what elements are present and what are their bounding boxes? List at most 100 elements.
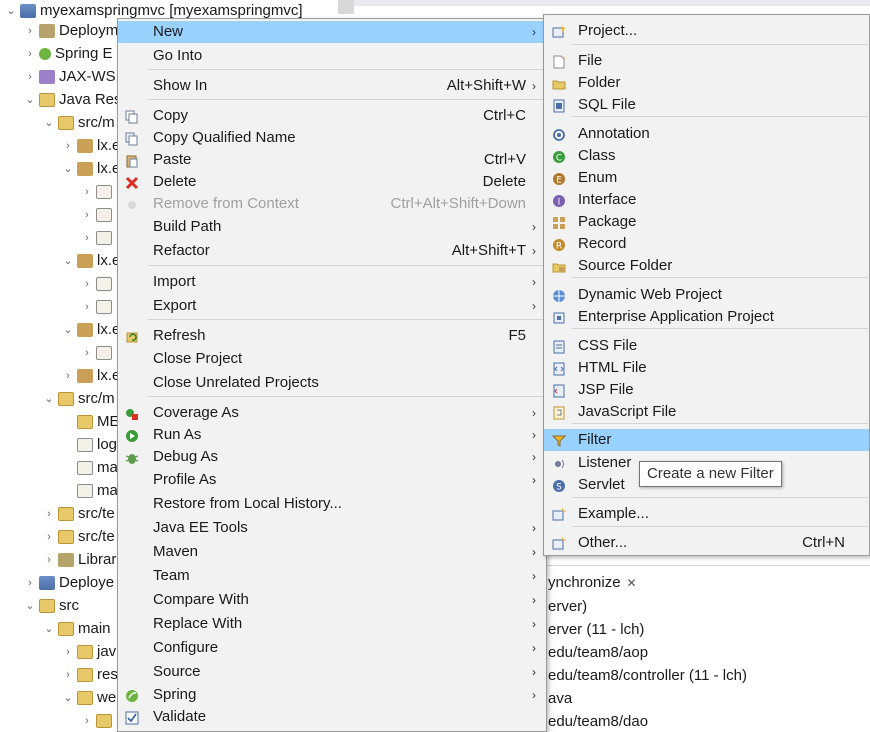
- tree-item[interactable]: ⌄ main: [42, 618, 110, 640]
- menu-item-spring[interactable]: Spring ›: [118, 684, 546, 706]
- tree-item[interactable]: ›: [80, 204, 116, 226]
- menu-item-copy[interactable]: Copy Ctrl+C: [118, 105, 546, 127]
- new-menu-item-annotation[interactable]: Annotation: [544, 123, 869, 145]
- chevron-right-icon[interactable]: ›: [80, 204, 94, 226]
- new-menu-item-source-folder[interactable]: Source Folder: [544, 255, 869, 277]
- tree-item[interactable]: ›: [80, 296, 116, 318]
- sync-row[interactable]: edu/team8/controller (11 - lch): [548, 667, 747, 684]
- new-menu-item-sql-file[interactable]: SQL File: [544, 94, 869, 116]
- new-menu-item-class[interactable]: C Class: [544, 145, 869, 167]
- tree-item[interactable]: › jav: [61, 641, 116, 663]
- chevron-down-icon[interactable]: ⌄: [23, 89, 37, 111]
- sync-row[interactable]: edu/team8/aop: [548, 644, 648, 661]
- tree-item[interactable]: ma: [61, 457, 118, 479]
- menu-item-refresh[interactable]: Refresh F5: [118, 325, 546, 347]
- sync-row[interactable]: erver (11 - lch): [548, 621, 644, 638]
- chevron-right-icon[interactable]: ›: [80, 710, 94, 732]
- tree-item[interactable]: ⌄ lx.e: [61, 250, 120, 272]
- tree-item[interactable]: ⌄ src/m: [42, 388, 114, 410]
- tree-item[interactable]: ma: [61, 480, 118, 502]
- tree-item[interactable]: › res: [61, 664, 118, 686]
- chevron-right-icon[interactable]: ›: [80, 342, 94, 364]
- tree-item[interactable]: › lx.e: [61, 365, 120, 387]
- menu-item-profile-as[interactable]: Profile As ›: [118, 469, 546, 491]
- chevron-down-icon[interactable]: ⌄: [42, 388, 56, 410]
- chevron-right-icon[interactable]: ›: [80, 181, 94, 203]
- new-menu-item-package[interactable]: Package: [544, 211, 869, 233]
- sync-row[interactable]: edu/team8/dao: [548, 713, 648, 730]
- chevron-right-icon[interactable]: ›: [80, 273, 94, 295]
- sync-row[interactable]: ava: [548, 690, 572, 707]
- chevron-down-icon[interactable]: ⌄: [42, 112, 56, 134]
- new-menu-item-interface[interactable]: I Interface: [544, 189, 869, 211]
- chevron-down-icon[interactable]: ⌄: [61, 687, 75, 709]
- chevron-right-icon[interactable]: ›: [23, 66, 37, 88]
- chevron-right-icon[interactable]: ›: [80, 227, 94, 249]
- tree-item[interactable]: ME: [61, 411, 120, 433]
- tree-item[interactable]: log: [61, 434, 117, 456]
- chevron-down-icon[interactable]: ⌄: [61, 250, 75, 272]
- menu-item-validate[interactable]: Validate: [118, 706, 546, 728]
- chevron-down-icon[interactable]: ⌄: [4, 0, 18, 22]
- tree-item[interactable]: ⌄ lx.e: [61, 158, 120, 180]
- chevron-right-icon[interactable]: ›: [61, 135, 75, 157]
- chevron-right-icon[interactable]: ›: [23, 43, 37, 65]
- tree-item[interactable]: ›: [80, 710, 116, 732]
- tree-item[interactable]: › JAX-WS: [23, 66, 116, 88]
- menu-item-run-as[interactable]: Run As ›: [118, 424, 546, 446]
- menu-item-close-unrelated-projects[interactable]: Close Unrelated Projects: [118, 372, 546, 394]
- menu-item-export[interactable]: Export ›: [118, 295, 546, 317]
- new-menu-item-file[interactable]: File: [544, 50, 869, 72]
- new-menu-item-html-file[interactable]: HTML File: [544, 357, 869, 379]
- tree-item[interactable]: ›: [80, 342, 116, 364]
- menu-item-configure[interactable]: Configure ›: [118, 637, 546, 659]
- menu-item-maven[interactable]: Maven ›: [118, 541, 546, 563]
- chevron-down-icon[interactable]: ⌄: [23, 595, 37, 617]
- tree-item[interactable]: ⌄ src: [23, 595, 79, 617]
- new-menu-item-dynamic-web-project[interactable]: Dynamic Web Project: [544, 284, 869, 306]
- menu-item-close-project[interactable]: Close Project: [118, 348, 546, 370]
- menu-item-new[interactable]: New ›: [118, 21, 546, 43]
- new-menu-item-project[interactable]: Project...: [544, 20, 869, 42]
- new-menu-item-enum[interactable]: E Enum: [544, 167, 869, 189]
- tree-item[interactable]: › Deploye: [23, 572, 114, 594]
- tree-item[interactable]: ›: [80, 227, 116, 249]
- chevron-right-icon[interactable]: ›: [61, 641, 75, 663]
- new-menu-item-example[interactable]: Example...: [544, 503, 869, 525]
- menu-item-compare-with[interactable]: Compare With ›: [118, 589, 546, 611]
- tree-item[interactable]: ⌄ Java Res: [23, 89, 121, 111]
- menu-item-debug-as[interactable]: Debug As ›: [118, 446, 546, 468]
- tree-item[interactable]: ›: [80, 181, 116, 203]
- new-menu-item-other[interactable]: Other... Ctrl+N: [544, 532, 869, 554]
- tree-item[interactable]: › lx.e: [61, 135, 120, 157]
- new-menu-item-folder[interactable]: Folder: [544, 72, 869, 94]
- menu-item-remove-from-context[interactable]: Remove from Context Ctrl+Alt+Shift+Down: [118, 193, 546, 215]
- chevron-right-icon[interactable]: ›: [42, 526, 56, 548]
- close-icon[interactable]: ✕: [627, 576, 637, 590]
- menu-item-source[interactable]: Source ›: [118, 661, 546, 683]
- tree-item[interactable]: › src/te: [42, 526, 115, 548]
- chevron-right-icon[interactable]: ›: [61, 365, 75, 387]
- menu-item-java-ee-tools[interactable]: Java EE Tools ›: [118, 517, 546, 539]
- synchronize-tab[interactable]: ynchronize ✕: [548, 574, 637, 591]
- chevron-right-icon[interactable]: ›: [23, 20, 37, 42]
- chevron-right-icon[interactable]: ›: [61, 664, 75, 686]
- menu-item-paste[interactable]: Paste Ctrl+V: [118, 149, 546, 171]
- new-menu-item-javascript-file[interactable]: JavaScript File: [544, 401, 869, 423]
- menu-item-show-in[interactable]: Show In Alt+Shift+W ›: [118, 75, 546, 97]
- chevron-right-icon[interactable]: ›: [42, 549, 56, 571]
- chevron-down-icon[interactable]: ⌄: [42, 618, 56, 640]
- explorer-scrollbar[interactable]: [338, 0, 354, 14]
- tree-item[interactable]: › Librar: [42, 549, 116, 571]
- tree-item[interactable]: ⌄ lx.e: [61, 319, 120, 341]
- menu-item-import[interactable]: Import ›: [118, 271, 546, 293]
- new-menu-item-jsp-file[interactable]: JSP File: [544, 379, 869, 401]
- chevron-right-icon[interactable]: ›: [23, 572, 37, 594]
- menu-item-copy-qualified-name[interactable]: Copy Qualified Name: [118, 127, 546, 149]
- tree-item[interactable]: › Deploym: [23, 20, 118, 42]
- new-menu-item-filter[interactable]: Filter: [544, 429, 869, 451]
- tree-item[interactable]: › src/te: [42, 503, 115, 525]
- tree-item[interactable]: ›: [80, 273, 116, 295]
- new-menu-item-css-file[interactable]: CSS File: [544, 335, 869, 357]
- new-menu-item-enterprise-application-project[interactable]: Enterprise Application Project: [544, 306, 869, 328]
